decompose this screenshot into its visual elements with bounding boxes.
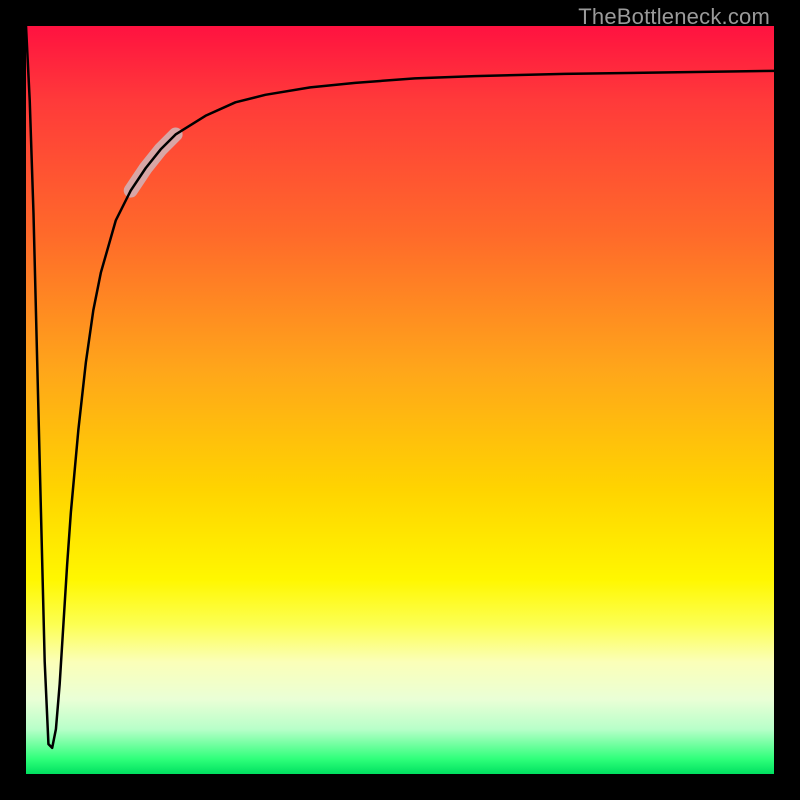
chart-frame: TheBottleneck.com [0,0,800,800]
plot-area [26,26,774,774]
curve-layer [26,26,774,774]
attribution-text: TheBottleneck.com [578,4,770,30]
main-curve [26,26,774,748]
